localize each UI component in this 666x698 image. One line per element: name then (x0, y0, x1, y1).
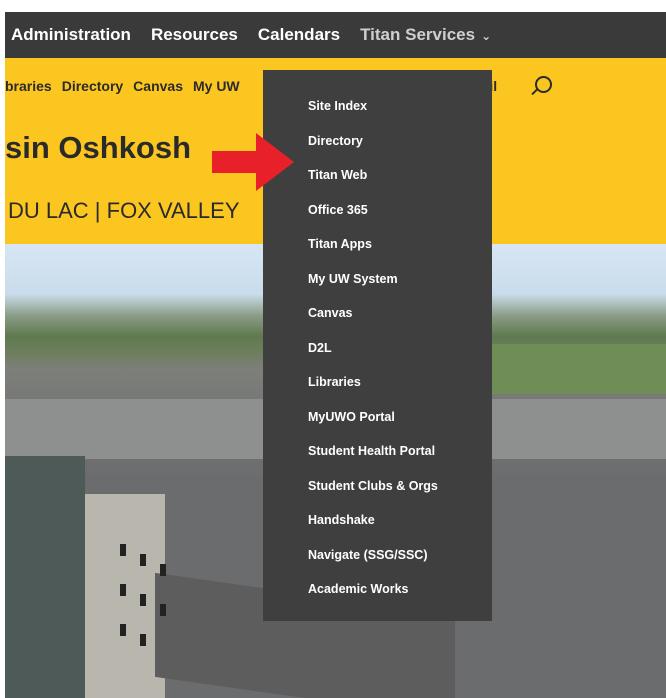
menu-item-myuwo-portal[interactable]: MyUWO Portal (308, 409, 438, 444)
menu-item-d2l[interactable]: D2L (308, 340, 438, 375)
titan-services-menu: Site Index Directory Titan Web Office 36… (263, 70, 492, 621)
menu-item-student-clubs-orgs[interactable]: Student Clubs & Orgs (308, 478, 438, 513)
nav-calendars[interactable]: Calendars (258, 25, 340, 45)
browser-viewport: Administration Resources Calendars Titan… (5, 12, 666, 698)
chevron-down-icon: ⌄ (481, 29, 492, 43)
menu-item-navigate[interactable]: Navigate (SSG/SSC) (308, 547, 438, 582)
nav-titan-services[interactable]: Titan Services ⌄ (360, 25, 491, 45)
menu-item-academic-works[interactable]: Academic Works (308, 581, 438, 616)
menu-item-handshake[interactable]: Handshake (308, 512, 438, 547)
menu-item-titan-web[interactable]: Titan Web (308, 167, 438, 202)
menu-item-my-uw-system[interactable]: My UW System (308, 271, 438, 306)
menu-item-student-health-portal[interactable]: Student Health Portal (308, 443, 438, 478)
titan-services-menu-list: Site Index Directory Titan Web Office 36… (308, 98, 438, 616)
menu-item-titan-apps[interactable]: Titan Apps (308, 236, 438, 271)
menu-item-libraries[interactable]: Libraries (308, 374, 438, 409)
nav-administration[interactable]: Administration (11, 25, 131, 45)
nav-titan-services-label: Titan Services (360, 25, 476, 44)
campus-list: DU LAC | FOX VALLEY (8, 198, 240, 223)
menu-item-directory[interactable]: Directory (308, 133, 438, 168)
quicklink-directory[interactable]: Directory (62, 78, 123, 94)
menu-item-site-index[interactable]: Site Index (308, 98, 438, 133)
hero-glass-wall (5, 456, 85, 698)
hero-concrete-wall (85, 494, 165, 698)
university-title: sin Oshkosh (5, 130, 192, 165)
menu-item-canvas[interactable]: Canvas (308, 305, 438, 340)
red-arrow-icon (212, 133, 294, 191)
quicklink-my-uw[interactable]: My UW (193, 78, 240, 94)
quicklink-canvas[interactable]: Canvas (133, 78, 183, 94)
menu-item-office-365[interactable]: Office 365 (308, 202, 438, 237)
hero-field (485, 344, 666, 394)
nav-resources[interactable]: Resources (151, 25, 238, 45)
top-navigation: Administration Resources Calendars Titan… (5, 12, 666, 58)
search-icon[interactable] (535, 76, 552, 93)
quicklink-libraries[interactable]: braries (5, 78, 52, 94)
quick-links: braries Directory Canvas My UW ncil (5, 78, 497, 94)
red-arrow-shape (212, 133, 294, 191)
